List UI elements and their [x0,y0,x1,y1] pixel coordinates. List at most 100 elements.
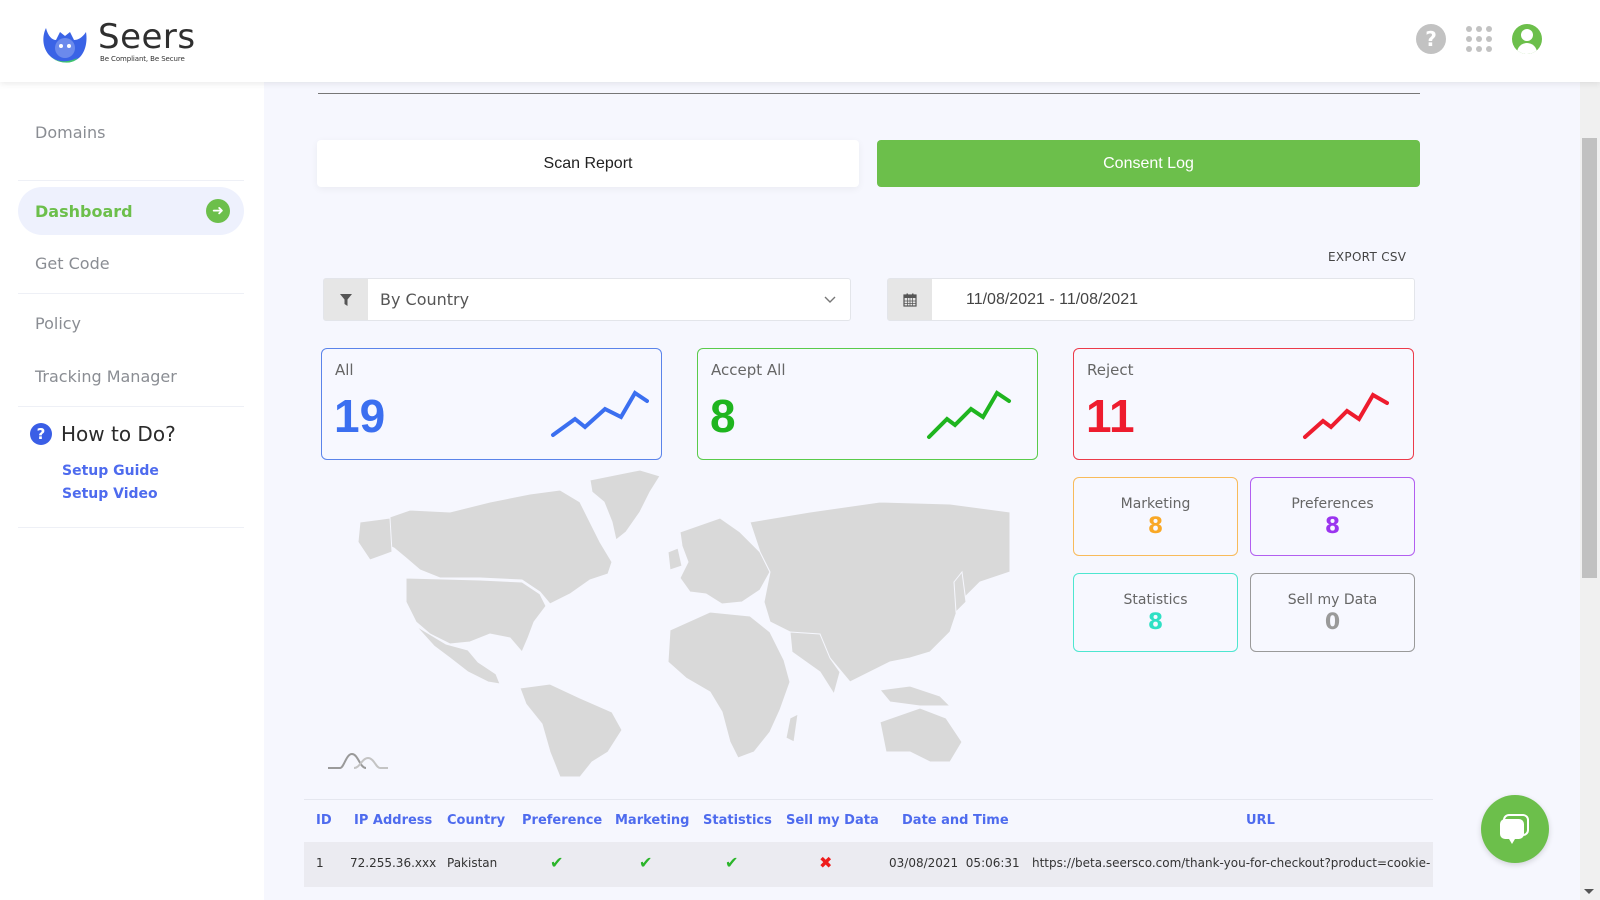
section-divider [318,93,1420,94]
consent-log-table: ID IP Address Country Preference Marketi… [304,799,1433,900]
map-region-greenland [589,469,661,541]
apps-grid-icon[interactable] [1466,26,1492,52]
help-icon[interactable]: ? [1416,24,1446,54]
stat-label: Accept All [711,361,786,379]
column-header-url[interactable]: URL [1246,813,1275,828]
check-icon: ✔ [725,853,739,872]
filter-value: By Country [380,290,470,309]
column-header-sell-my-data[interactable]: Sell my Data [786,813,879,828]
category-card-preferences[interactable]: Preferences 8 [1250,477,1415,556]
stat-value: 11 [1086,390,1135,442]
map-region-australia [879,707,963,763]
tab-scan-report[interactable]: Scan Report [317,140,859,187]
category-label: Statistics [1123,592,1188,608]
page-scrollbar[interactable] [1580,82,1600,900]
sidebar: Domains Dashboard ➜ Get Code Policy Trac… [0,82,264,900]
sidebar-divider [18,527,244,528]
map-region-asia [749,501,1010,683]
sidebar-item-dashboard[interactable]: Dashboard ➜ [18,187,244,235]
stat-label: All [335,361,354,379]
cell-date-time: 03/08/2021 05:06:31 [889,856,1020,870]
stat-card-reject[interactable]: Reject 11 [1073,348,1414,460]
setup-guide-link[interactable]: Setup Guide [62,463,159,479]
how-to-title: How to Do? [61,422,176,446]
column-header-date-time[interactable]: Date and Time [902,813,1009,828]
brand-tagline: Be Compliant, Be Secure [100,55,185,63]
sidebar-item-get-code[interactable]: Get Code [18,251,244,275]
brand-name: Seers [98,17,196,57]
category-card-sell-my-data[interactable]: Sell my Data 0 [1250,573,1415,652]
sidebar-divider [18,406,244,407]
export-csv-button[interactable]: EXPORT CSV [1328,250,1406,264]
date-range-picker[interactable]: 11/08/2021 - 11/08/2021 [887,278,1415,321]
category-value: 0 [1324,610,1341,635]
sidebar-divider [18,293,244,294]
calendar-icon [888,279,932,320]
user-account-icon[interactable] [1512,24,1542,54]
filter-icon [324,279,368,320]
country-filter-select[interactable]: By Country [323,278,851,321]
chevron-down-icon [810,279,850,320]
cell-id: 1 [316,856,324,870]
scrollbar-thumb[interactable] [1582,138,1597,578]
sidebar-item-label: Get Code [35,253,110,273]
scroll-down-arrow-icon[interactable] [1584,889,1594,894]
chat-bubble-icon [1500,814,1529,844]
stat-value: 19 [334,390,386,442]
map-region-indonesia [879,685,952,707]
stat-label: Reject [1087,361,1134,379]
sidebar-item-label: Domains [35,122,106,142]
trend-up-icon [927,390,1011,439]
cell-country: Pakistan [447,856,498,870]
date-range-value: 11/08/2021 - 11/08/2021 [966,290,1138,308]
column-header-statistics[interactable]: Statistics [703,813,772,828]
stat-card-accept-all[interactable]: Accept All 8 [697,348,1038,460]
category-value: 8 [1147,610,1164,635]
how-to-section: ? How to Do? [30,422,176,446]
cross-icon: ✖ [819,853,833,872]
stat-card-all[interactable]: All 19 [321,348,662,460]
category-label: Sell my Data [1287,592,1378,608]
column-header-marketing[interactable]: Marketing [615,813,689,828]
top-header: Seers Be Compliant, Be Secure ? [0,0,1600,82]
check-icon: ✔ [550,853,564,872]
stat-value: 8 [710,390,736,442]
map-region-madagascar [785,713,799,743]
sidebar-item-label: Tracking Manager [35,366,177,386]
category-card-marketing[interactable]: Marketing 8 [1073,477,1238,556]
table-header: ID IP Address Country Preference Marketi… [304,799,1433,842]
sidebar-item-tracking-manager[interactable]: Tracking Manager [18,364,244,388]
help-glyph: ? [1425,27,1437,51]
cell-url[interactable]: https://beta.seersco.com/thank-you-for-c… [1032,856,1432,870]
world-map[interactable] [350,462,1010,777]
category-value: 8 [1147,514,1164,539]
seers-logo[interactable]: Seers Be Compliant, Be Secure [38,14,196,68]
map-region-africa [667,611,791,759]
arrow-right-circle-icon: ➜ [206,199,230,223]
setup-video-link[interactable]: Setup Video [62,486,158,502]
map-region-usa [405,577,547,653]
column-header-preference[interactable]: Preference [522,813,602,828]
sidebar-item-policy[interactable]: Policy [18,311,244,335]
sidebar-divider [18,180,244,181]
map-region-south-america [519,683,623,777]
column-header-country[interactable]: Country [447,813,505,828]
map-region-alaska [357,517,393,561]
amcharts-logo-icon[interactable] [326,748,390,772]
column-header-ip-address[interactable]: IP Address [354,813,432,828]
trend-up-icon [551,390,649,437]
chat-widget-button[interactable] [1481,795,1549,863]
owl-logo-icon [43,28,87,63]
sidebar-item-label: Dashboard [35,201,133,221]
sidebar-item-label: Policy [35,313,82,333]
category-card-statistics[interactable]: Statistics 8 [1073,573,1238,652]
question-circle-icon: ? [30,423,52,445]
table-row[interactable]: 1 72.255.36.xxx Pakistan ✔ ✔ ✔ ✖ 03/08/2… [304,842,1433,887]
category-label: Preferences [1291,496,1374,512]
sidebar-item-domains[interactable]: Domains [18,120,244,144]
cell-ip-address: 72.255.36.xxx [350,856,437,870]
column-header-id[interactable]: ID [316,813,332,828]
trend-up-icon [1303,392,1389,439]
tab-consent-log[interactable]: Consent Log [877,140,1420,187]
check-icon: ✔ [639,853,653,872]
